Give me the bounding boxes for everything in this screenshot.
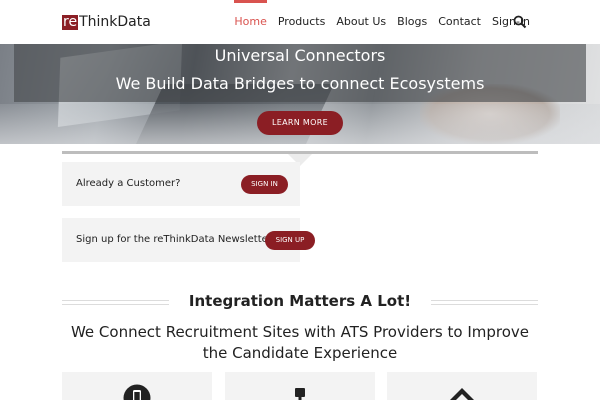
diamond-icon — [450, 388, 474, 400]
nav-products[interactable]: Products — [278, 0, 326, 44]
hero-banner: Universal Connectors We Build Data Bridg… — [0, 44, 600, 144]
logo-text: ThinkData — [79, 14, 151, 30]
hero-subtitle: We Build Data Bridges to connect Ecosyst… — [115, 74, 485, 93]
section-title: Integration Matters A Lot! — [188, 292, 412, 310]
feature-card-mobile[interactable] — [62, 372, 212, 400]
nav-blogs[interactable]: Blogs — [397, 0, 427, 44]
feature-card-plug[interactable] — [225, 372, 375, 400]
feature-card-diamond[interactable] — [387, 372, 537, 400]
newsletter-box: Sign up for the reThinkData Newsletter S… — [62, 218, 315, 262]
learn-more-button[interactable]: LEARN MORE — [257, 111, 343, 135]
logo-mark: re — [62, 13, 79, 30]
customer-label: Already a Customer? — [76, 178, 181, 189]
hero-title: Universal Connectors — [214, 46, 386, 65]
section-subtitle: We Connect Recruitment Sites with ATS Pr… — [70, 323, 530, 362]
mobile-icon — [123, 384, 151, 400]
nav-home[interactable]: Home — [234, 0, 268, 44]
main-nav: Home Products About Us Blogs Contact Sig… — [223, 0, 530, 44]
sign-in-button[interactable]: SIGN IN — [241, 175, 288, 194]
logo[interactable]: re ThinkData — [62, 13, 151, 31]
nav-about-us[interactable]: About Us — [336, 0, 386, 44]
sign-up-button[interactable]: SIGN UP — [265, 231, 315, 250]
customer-box: Already a Customer? SIGN IN — [62, 162, 300, 206]
plug-icon — [295, 388, 305, 400]
nav-contact[interactable]: Contact — [438, 0, 481, 44]
site-header: re ThinkData Home Products About Us Blog… — [0, 0, 600, 44]
search-icon[interactable] — [513, 15, 527, 29]
newsletter-label: Sign up for the reThinkData Newsletter — [76, 234, 272, 245]
